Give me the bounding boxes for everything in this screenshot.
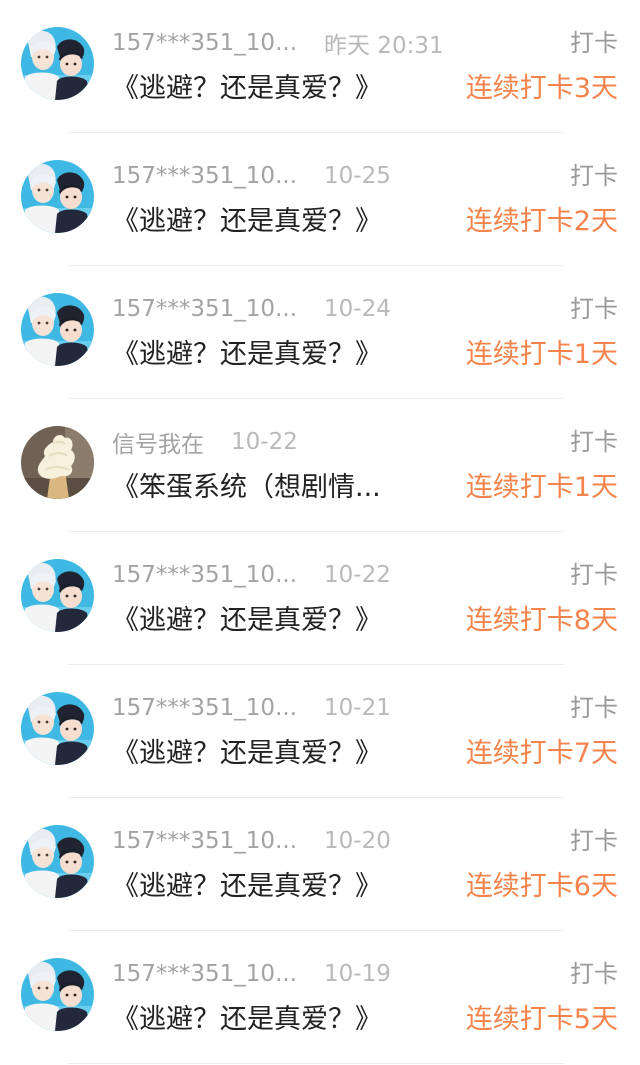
post-time: 10-21: [324, 695, 391, 721]
username[interactable]: 157***351_10...: [112, 828, 297, 854]
book-title[interactable]: 《逃避？还是真爱？》: [112, 868, 417, 906]
feed-item[interactable]: 157***351_10... 10-25 打卡 《逃避？还是真爱？》 连续打卡…: [0, 133, 640, 266]
book-title[interactable]: 《笨蛋系统（想剧情...: [112, 469, 417, 507]
post-time: 10-20: [324, 828, 391, 854]
username[interactable]: 157***351_10...: [112, 961, 297, 987]
feed-item[interactable]: 157***351_10... 10-21 打卡 《逃避？还是真爱？》 连续打卡…: [0, 665, 640, 798]
streak-count: 连续打卡2天: [465, 206, 618, 237]
username[interactable]: 157***351_10...: [112, 30, 297, 56]
post-time: 10-22: [324, 562, 391, 588]
feed-item[interactable]: 157***351_10... 10-24 打卡 《逃避？还是真爱？》 连续打卡…: [0, 266, 640, 399]
streak-count: 连续打卡7天: [465, 738, 618, 769]
post-time: 10-24: [324, 296, 391, 322]
feed-item[interactable]: 157***351_10... 10-22 打卡 《逃避？还是真爱？》 连续打卡…: [0, 532, 640, 665]
checkin-tag: 打卡: [570, 428, 618, 456]
username[interactable]: 157***351_10...: [112, 695, 297, 721]
checkin-tag: 打卡: [570, 29, 618, 57]
avatar-couple[interactable]: [21, 293, 94, 366]
checkin-tag: 打卡: [570, 960, 618, 988]
checkin-tag: 打卡: [570, 694, 618, 722]
avatar-couple[interactable]: [21, 160, 94, 233]
feed-item[interactable]: 157***351_10... 昨天 20:31 打卡 《逃避？还是真爱？》 连…: [0, 0, 640, 133]
checkin-tag: 打卡: [570, 827, 618, 855]
book-title[interactable]: 《逃避？还是真爱？》: [112, 70, 417, 108]
streak-count: 连续打卡6天: [465, 871, 618, 902]
streak-count: 连续打卡1天: [465, 339, 618, 370]
feed-item[interactable]: 157***351_10... 10-20 打卡 《逃避？还是真爱？》 连续打卡…: [0, 798, 640, 931]
avatar-ice-cream[interactable]: [21, 426, 94, 499]
username[interactable]: 157***351_10...: [112, 296, 297, 322]
streak-count: 连续打卡3天: [465, 73, 618, 104]
book-title[interactable]: 《逃避？还是真爱？》: [112, 336, 417, 374]
feed-item[interactable]: 157***351_10... 10-19 打卡 《逃避？还是真爱？》 连续打卡…: [0, 931, 640, 1064]
checkin-tag: 打卡: [570, 295, 618, 323]
avatar-couple[interactable]: [21, 27, 94, 100]
streak-count: 连续打卡1天: [465, 472, 618, 503]
username[interactable]: 157***351_10...: [112, 562, 297, 588]
post-time: 10-22: [231, 429, 298, 455]
book-title[interactable]: 《逃避？还是真爱？》: [112, 602, 417, 640]
username[interactable]: 信号我在: [112, 425, 204, 459]
checkin-feed: 157***351_10... 昨天 20:31 打卡 《逃避？还是真爱？》 连…: [0, 0, 640, 1065]
streak-count: 连续打卡8天: [465, 605, 618, 636]
post-time: 10-19: [324, 961, 391, 987]
checkin-tag: 打卡: [570, 561, 618, 589]
streak-count: 连续打卡5天: [465, 1004, 618, 1035]
divider: [68, 1063, 564, 1064]
post-time: 昨天 20:31: [324, 33, 444, 59]
post-time: 10-25: [324, 163, 391, 189]
book-title[interactable]: 《逃避？还是真爱？》: [112, 203, 417, 241]
avatar-couple[interactable]: [21, 825, 94, 898]
avatar-couple[interactable]: [21, 958, 94, 1031]
feed-item[interactable]: 信号我在 10-22 打卡 《笨蛋系统（想剧情... 连续打卡1天: [0, 399, 640, 532]
checkin-tag: 打卡: [570, 162, 618, 190]
avatar-couple[interactable]: [21, 692, 94, 765]
avatar-couple[interactable]: [21, 559, 94, 632]
book-title[interactable]: 《逃避？还是真爱？》: [112, 1001, 417, 1039]
book-title[interactable]: 《逃避？还是真爱？》: [112, 735, 417, 773]
username[interactable]: 157***351_10...: [112, 163, 297, 189]
